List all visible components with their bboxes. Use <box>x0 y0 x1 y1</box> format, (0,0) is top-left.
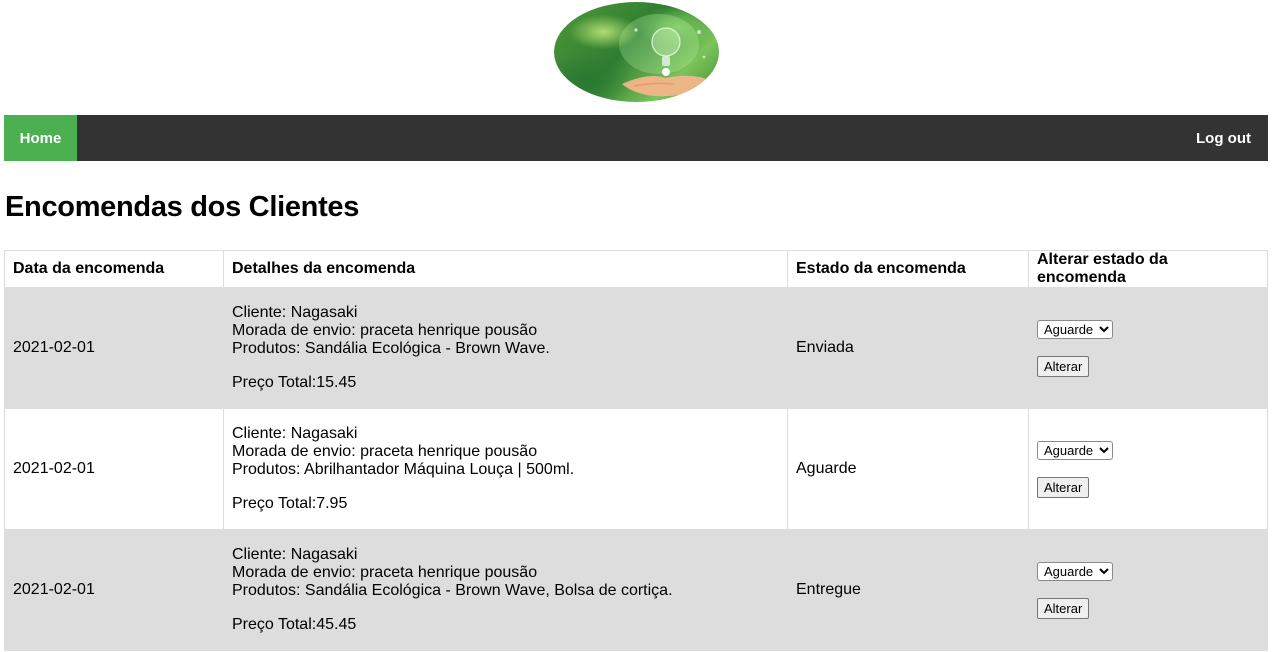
order-status: Aguarde <box>787 408 1029 530</box>
header-order-details: Detalhes da encomenda <box>223 250 788 288</box>
alter-button[interactable]: Alterar <box>1037 355 1090 377</box>
order-details: Cliente: Nagasaki Morada de envio: prace… <box>223 287 788 409</box>
alter-button[interactable]: Alterar <box>1037 476 1090 498</box>
table-header-row: Data da encomenda Detalhes da encomenda … <box>4 250 1268 288</box>
order-date: 2021-02-01 <box>4 287 224 409</box>
order-details: Cliente: Nagasaki Morada de envio: prace… <box>223 529 788 651</box>
order-address: Morada de envio: praceta henrique pousão <box>232 443 538 460</box>
table-row: 2021-02-01 Cliente: Nagasaki Morada de e… <box>4 287 1268 409</box>
header <box>0 0 1272 115</box>
order-status: Enviada <box>787 287 1029 409</box>
order-date: 2021-02-01 <box>4 408 224 530</box>
page-title: Encomendas dos Clientes <box>5 191 360 223</box>
order-address: Morada de envio: praceta henrique pousão <box>232 322 538 339</box>
table-row: 2021-02-01 Cliente: Nagasaki Morada de e… <box>4 408 1268 530</box>
change-status-cell: Aguarde Alterar <box>1028 529 1268 651</box>
change-status-cell: Aguarde Alterar <box>1028 408 1268 530</box>
order-status: Entregue <box>787 529 1029 651</box>
order-date: 2021-02-01 <box>4 529 224 651</box>
order-total: Preço Total:7.95 <box>232 495 348 512</box>
order-client: Cliente: Nagasaki <box>232 425 358 442</box>
header-order-status: Estado da encomenda <box>787 250 1029 288</box>
alter-button[interactable]: Alterar <box>1037 597 1090 619</box>
orders-table: Data da encomenda Detalhes da encomenda … <box>4 250 1268 651</box>
status-select[interactable]: Aguarde <box>1037 440 1113 460</box>
status-select[interactable]: Aguarde <box>1037 319 1113 339</box>
order-products: Produtos: Sandália Ecológica - Brown Wav… <box>232 582 673 599</box>
order-client: Cliente: Nagasaki <box>232 546 358 563</box>
order-address: Morada de envio: praceta henrique pousão <box>232 564 538 581</box>
nav-logout-link[interactable]: Log out <box>1196 115 1251 161</box>
order-total: Preço Total:45.45 <box>232 616 357 633</box>
order-client: Cliente: Nagasaki <box>232 304 358 321</box>
change-status-cell: Aguarde Alterar <box>1028 287 1268 409</box>
table-row: 2021-02-01 Cliente: Nagasaki Morada de e… <box>4 529 1268 651</box>
order-products: Produtos: Abrilhantador Máquina Louça | … <box>232 461 575 478</box>
top-navbar: Home Log out <box>4 115 1268 161</box>
header-change-status: Alterar estado da encomenda <box>1028 250 1268 288</box>
order-details: Cliente: Nagasaki Morada de envio: prace… <box>223 408 788 530</box>
order-total: Preço Total:15.45 <box>232 374 357 391</box>
order-products: Produtos: Sandália Ecológica - Brown Wav… <box>232 340 550 357</box>
lightbulb-hand-icon <box>619 14 714 97</box>
logo <box>554 2 719 102</box>
header-order-date: Data da encomenda <box>4 250 224 288</box>
nav-home-link[interactable]: Home <box>4 115 77 161</box>
status-select[interactable]: Aguarde <box>1037 561 1113 581</box>
